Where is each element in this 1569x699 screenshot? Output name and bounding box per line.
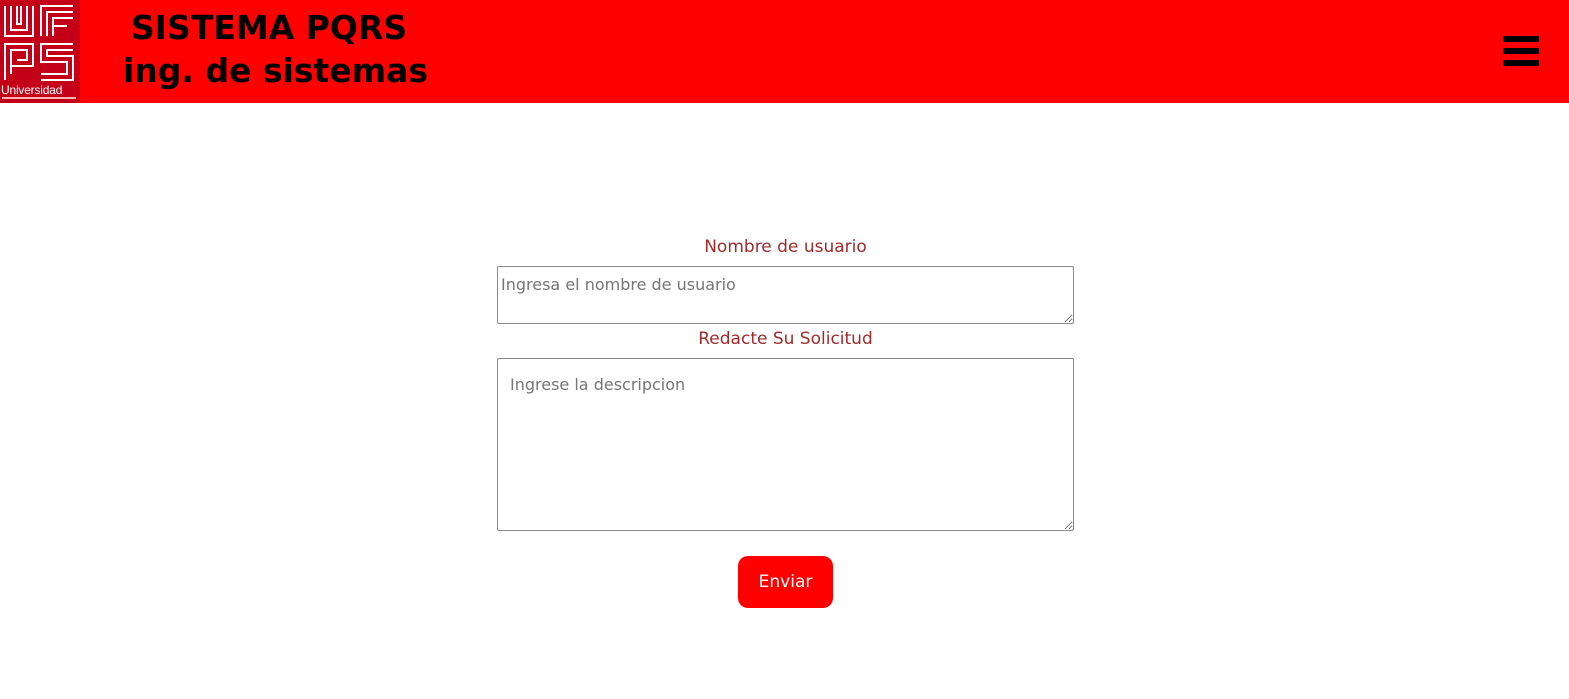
menu-bar-bottom — [1503, 60, 1539, 66]
ufps-logo-icon — [4, 5, 74, 81]
menu-bar-top — [1503, 36, 1539, 42]
description-input[interactable] — [497, 358, 1074, 531]
description-label: Redacte Su Solicitud — [698, 329, 873, 349]
username-input[interactable] — [497, 266, 1074, 324]
username-label: Nombre de usuario — [704, 237, 867, 257]
logo-caption: Universidad — [1, 83, 63, 97]
ufps-logo[interactable]: Universidad — [0, 0, 80, 103]
logo-subtitle-line — [2, 97, 76, 99]
hamburger-menu-icon[interactable] — [1503, 36, 1539, 66]
page-subtitle: ing. de sistemas — [123, 51, 428, 90]
menu-bar-middle — [1503, 48, 1539, 54]
top-header: Universidad SISTEMA PQRS ing. de sistema… — [0, 0, 1569, 103]
submit-button[interactable]: Enviar — [738, 556, 833, 608]
page-title: SISTEMA PQRS — [131, 8, 408, 47]
